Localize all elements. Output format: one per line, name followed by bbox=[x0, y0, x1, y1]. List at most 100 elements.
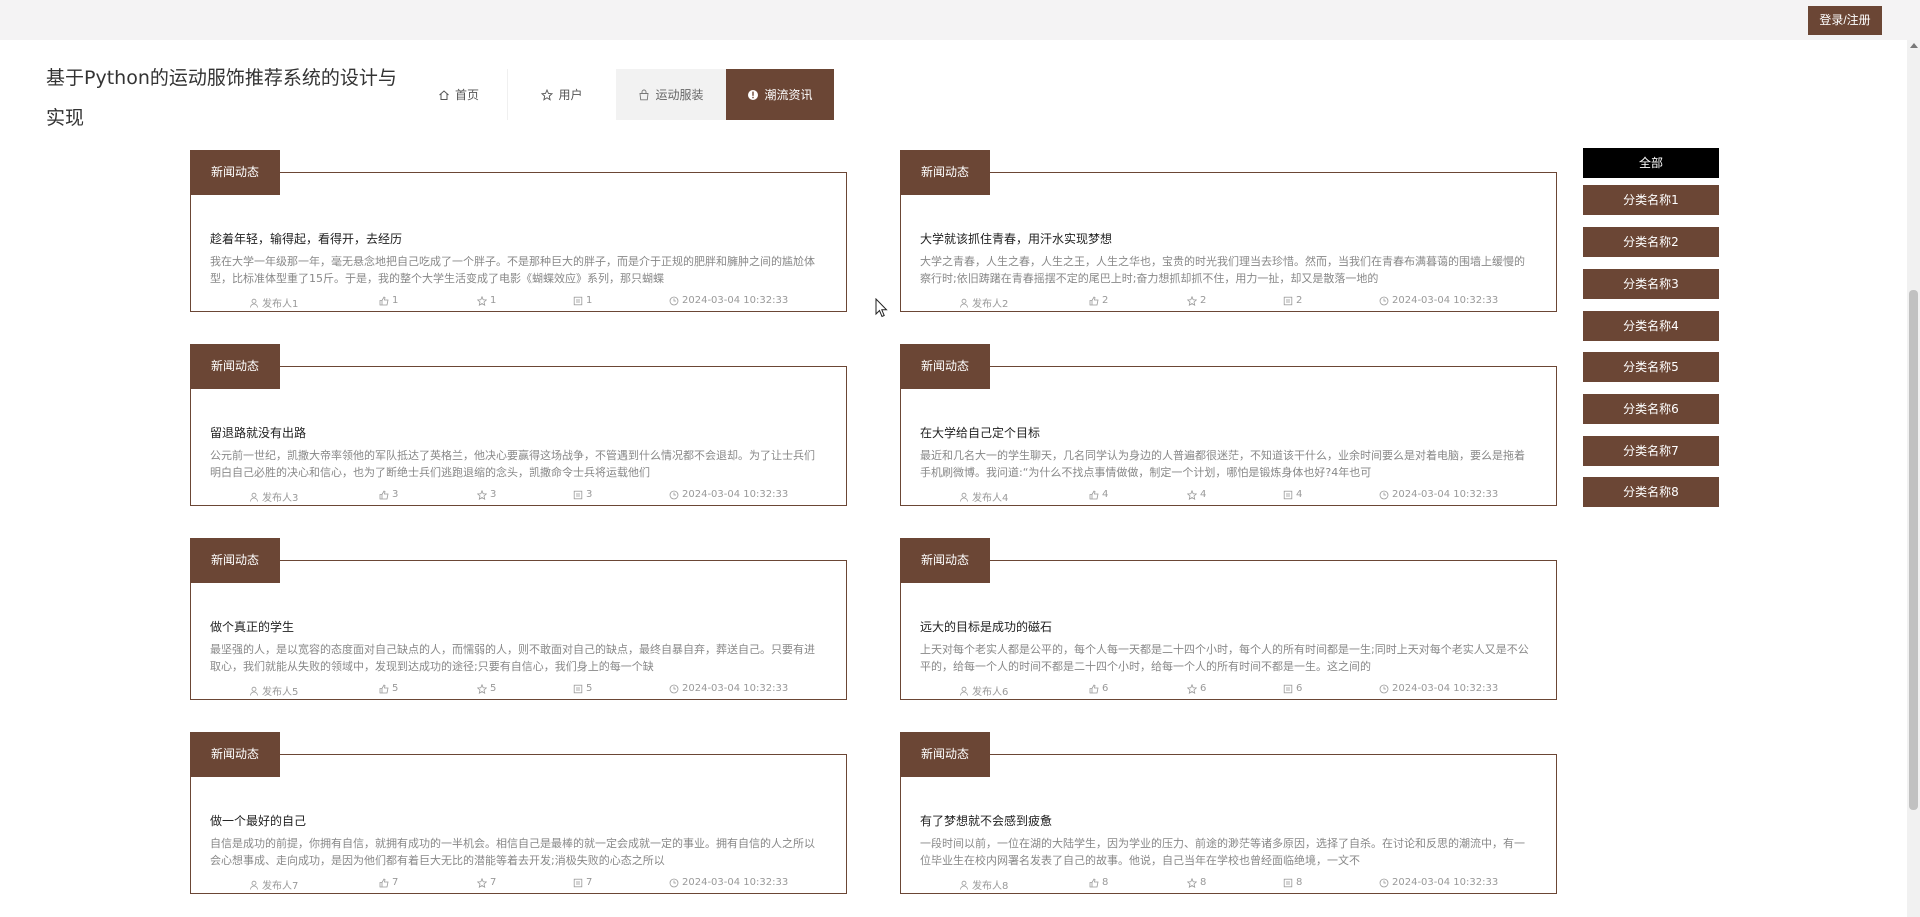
news-title[interactable]: 留退路就没有出路 bbox=[210, 424, 306, 441]
news-card[interactable]: 新闻动态 趁着年轻，输得起，看得开，去经历 我在大学一年级那一年，毫无悬念地把自… bbox=[190, 150, 847, 312]
news-tag: 新闻动态 bbox=[900, 150, 990, 195]
news-card-body: 趁着年轻，输得起，看得开，去经历 我在大学一年级那一年，毫无悬念地把自己吃成了一… bbox=[190, 172, 847, 312]
news-favorites: 8 bbox=[1187, 877, 1206, 888]
news-card-body: 大学就该抓住青春，用汗水实现梦想 大学之青春，人生之春，人生之王，人生之华也，宝… bbox=[900, 172, 1557, 312]
user-icon bbox=[960, 880, 968, 890]
news-tag: 新闻动态 bbox=[190, 344, 280, 389]
clock-icon bbox=[1379, 684, 1389, 693]
news-card[interactable]: 新闻动态 在大学给自己定个目标 最近和几名大一的学生聊天，几名同学认为身边的人普… bbox=[900, 344, 1557, 506]
news-tag: 新闻动态 bbox=[190, 732, 280, 777]
news-card[interactable]: 新闻动态 做一个最好的自己 自信是成功的前提，你拥有自信，就拥有成功的一半机会。… bbox=[190, 732, 847, 894]
news-likes: 8 bbox=[1089, 877, 1108, 888]
news-tag: 新闻动态 bbox=[900, 732, 990, 777]
nav-user-label: 用户 bbox=[558, 88, 583, 102]
login-register-button[interactable]: 登录/注册 bbox=[1808, 6, 1882, 35]
category-item[interactable]: 分类名称2 bbox=[1583, 227, 1719, 257]
star-icon bbox=[541, 88, 554, 101]
news-meta: 发布人1 1 1 1 2024-03-04 10:32:33 bbox=[191, 295, 848, 310]
news-tag: 新闻动态 bbox=[900, 538, 990, 583]
category-item[interactable]: 分类名称7 bbox=[1583, 436, 1719, 466]
category-item[interactable]: 分类名称8 bbox=[1583, 477, 1719, 507]
news-title[interactable]: 做一个最好的自己 bbox=[210, 812, 306, 829]
news-title[interactable]: 做个真正的学生 bbox=[210, 618, 294, 635]
star-icon bbox=[1187, 489, 1197, 500]
home-icon bbox=[438, 89, 450, 101]
category-item[interactable]: 分类名称3 bbox=[1583, 269, 1719, 299]
scrollbar-thumb[interactable] bbox=[1909, 290, 1918, 810]
news-author: 发布人4 bbox=[959, 489, 1008, 504]
news-author: 发布人2 bbox=[959, 295, 1008, 310]
news-meta: 发布人7 7 7 7 2024-03-04 10:32:33 bbox=[191, 877, 848, 892]
nav-sportswear[interactable]: 运动服装 bbox=[616, 69, 726, 120]
star-icon bbox=[1187, 683, 1197, 694]
star-icon bbox=[1187, 295, 1197, 306]
news-card-body: 留退路就没有出路 公元前一世纪，凯撒大帝率领他的军队抵达了英格兰，他决心要赢得这… bbox=[190, 366, 847, 506]
comment-icon bbox=[573, 878, 583, 887]
news-summary: 最近和几名大一的学生聊天，几名同学认为身边的人普遍都很迷茫，不知道该干什么，业余… bbox=[920, 449, 1525, 479]
news-author: 发布人3 bbox=[249, 489, 298, 504]
comment-icon bbox=[1283, 490, 1293, 499]
news-comments: 7 bbox=[573, 877, 592, 888]
nav-trend-news-label: 潮流资讯 bbox=[764, 88, 813, 102]
nav-home-label: 首页 bbox=[454, 88, 479, 102]
nav-home[interactable]: 首页 bbox=[410, 69, 508, 120]
news-title[interactable]: 有了梦想就不会感到疲惫 bbox=[920, 812, 1052, 829]
news-title[interactable]: 大学就该抓住青春，用汗水实现梦想 bbox=[920, 230, 1112, 247]
news-likes: 7 bbox=[379, 877, 398, 888]
comment-icon bbox=[573, 490, 583, 499]
news-meta: 发布人3 3 3 3 2024-03-04 10:32:33 bbox=[191, 489, 848, 504]
news-title[interactable]: 趁着年轻，输得起，看得开，去经历 bbox=[210, 230, 402, 247]
site-title: 基于Python的运动服饰推荐系统的设计与实现 bbox=[46, 67, 397, 129]
news-time: 2024-03-04 10:32:33 bbox=[1379, 683, 1498, 694]
news-tag: 新闻动态 bbox=[190, 538, 280, 583]
comment-icon bbox=[1283, 684, 1293, 693]
category-item[interactable]: 分类名称5 bbox=[1583, 352, 1719, 382]
news-comments: 4 bbox=[1283, 489, 1302, 500]
news-likes: 4 bbox=[1089, 489, 1108, 500]
thumb-up-icon bbox=[1089, 877, 1099, 887]
news-card[interactable]: 新闻动态 有了梦想就不会感到疲惫 一段时间以前，一位在湖的大陆学生，因为学业的压… bbox=[900, 732, 1557, 894]
news-meta: 发布人6 6 6 6 2024-03-04 10:32:33 bbox=[901, 683, 1558, 698]
mouse-cursor-icon bbox=[875, 297, 889, 322]
news-comments: 6 bbox=[1283, 683, 1302, 694]
user-icon bbox=[960, 298, 968, 308]
news-likes: 5 bbox=[379, 683, 398, 694]
news-time: 2024-03-04 10:32:33 bbox=[1379, 295, 1498, 306]
thumb-up-icon bbox=[379, 295, 389, 305]
user-icon bbox=[960, 686, 968, 696]
scroll-up-arrow-icon[interactable] bbox=[1910, 43, 1918, 48]
category-item[interactable]: 分类名称4 bbox=[1583, 311, 1719, 341]
clock-icon bbox=[669, 684, 679, 693]
news-tag: 新闻动态 bbox=[900, 344, 990, 389]
news-comments: 5 bbox=[573, 683, 592, 694]
news-card[interactable]: 新闻动态 大学就该抓住青春，用汗水实现梦想 大学之青春，人生之春，人生之王，人生… bbox=[900, 150, 1557, 312]
news-summary: 最坚强的人，是以宽容的态度面对自己缺点的人，而懦弱的人，则不敢面对自己的缺点，最… bbox=[210, 643, 815, 673]
comment-icon bbox=[1283, 296, 1293, 305]
news-author: 发布人5 bbox=[249, 683, 298, 698]
category-item[interactable]: 分类名称1 bbox=[1583, 185, 1719, 215]
news-author: 发布人1 bbox=[249, 295, 298, 310]
nav-trend-news[interactable]: 潮流资讯 bbox=[726, 69, 834, 120]
news-favorites: 7 bbox=[477, 877, 496, 888]
news-favorites: 5 bbox=[477, 683, 496, 694]
news-likes: 6 bbox=[1089, 683, 1108, 694]
nav-user[interactable]: 用户 bbox=[508, 69, 616, 120]
news-card[interactable]: 新闻动态 远大的目标是成功的磁石 上天对每个老实人都是公平的，每个人每一天都是二… bbox=[900, 538, 1557, 700]
thumb-up-icon bbox=[1089, 489, 1099, 499]
category-item[interactable]: 分类名称6 bbox=[1583, 394, 1719, 424]
category-all[interactable]: 全部 bbox=[1583, 148, 1719, 178]
comment-icon bbox=[573, 684, 583, 693]
bag-icon bbox=[638, 89, 650, 101]
thumb-up-icon bbox=[379, 877, 389, 887]
news-title[interactable]: 在大学给自己定个目标 bbox=[920, 424, 1040, 441]
news-title[interactable]: 远大的目标是成功的磁石 bbox=[920, 618, 1052, 635]
top-bar bbox=[0, 0, 1920, 40]
news-likes: 1 bbox=[379, 295, 398, 306]
news-card[interactable]: 新闻动态 做个真正的学生 最坚强的人，是以宽容的态度面对自己缺点的人，而懦弱的人… bbox=[190, 538, 847, 700]
news-card[interactable]: 新闻动态 留退路就没有出路 公元前一世纪，凯撒大帝率领他的军队抵达了英格兰，他决… bbox=[190, 344, 847, 506]
clock-icon bbox=[1379, 490, 1389, 499]
news-summary: 公元前一世纪，凯撒大帝率领他的军队抵达了英格兰，他决心要赢得这场战争，不管遇到什… bbox=[210, 449, 815, 479]
news-card-body: 在大学给自己定个目标 最近和几名大一的学生聊天，几名同学认为身边的人普遍都很迷茫… bbox=[900, 366, 1557, 506]
news-favorites: 2 bbox=[1187, 295, 1206, 306]
news-favorites: 4 bbox=[1187, 489, 1206, 500]
